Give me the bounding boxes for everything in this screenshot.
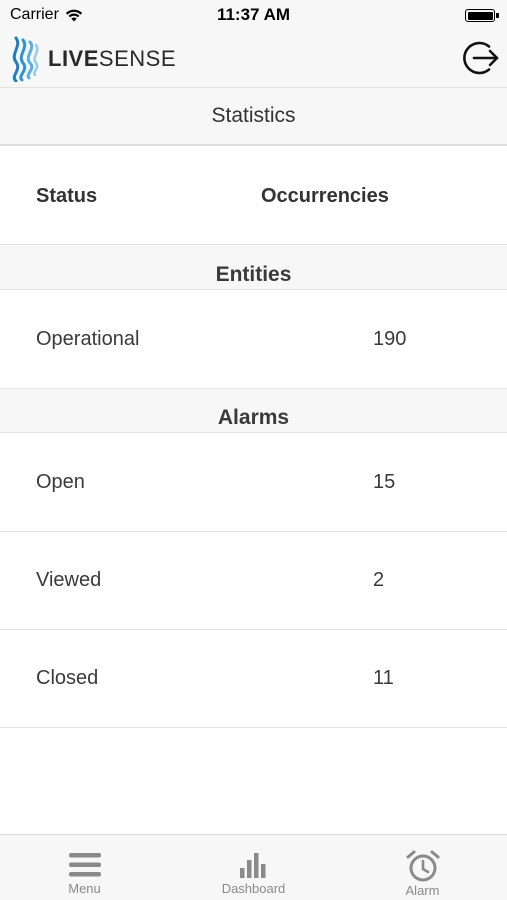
table-row-open[interactable]: Open 15 xyxy=(0,434,507,532)
table-row-operational[interactable]: Operational 190 xyxy=(0,291,507,389)
logout-icon xyxy=(463,41,499,75)
column-header-occurrencies: Occurrencies xyxy=(261,185,389,207)
battery-icon xyxy=(465,9,499,22)
row-value: 190 xyxy=(373,328,407,350)
row-value: 15 xyxy=(373,471,396,493)
tab-label: Menu xyxy=(68,881,101,896)
row-value: 2 xyxy=(373,569,385,591)
logo-wave-icon xyxy=(12,36,39,82)
section-title: Entities xyxy=(215,263,292,286)
tab-dashboard[interactable]: Dashboard xyxy=(169,835,338,900)
row-label: Operational xyxy=(36,328,140,350)
bar-chart-icon xyxy=(239,853,265,878)
tab-label: Dashboard xyxy=(221,881,286,896)
menu-icon xyxy=(68,853,101,877)
row-label: Closed xyxy=(36,667,99,689)
tab-bar: Menu Dashboard Alarm xyxy=(0,834,507,900)
table-header: Status Occurrencies xyxy=(0,148,507,245)
logo-text-sense: SENSE xyxy=(98,46,176,71)
row-label: Viewed xyxy=(36,569,102,591)
section-header-entities: Entities xyxy=(0,246,507,290)
clock: 11:37 AM xyxy=(216,5,291,24)
status-bar: Carrier 11:37 AM xyxy=(0,0,507,30)
row-label: Open xyxy=(36,471,85,493)
table-row-closed[interactable]: Closed 11 xyxy=(0,630,507,728)
row-value: 11 xyxy=(373,667,394,689)
section-header-alarms: Alarms xyxy=(0,389,507,433)
page-title-bar: Statistics xyxy=(0,88,507,146)
logo-wordmark: LIVESENSE xyxy=(48,46,176,72)
alarm-clock-icon xyxy=(406,850,439,882)
section-title: Alarms xyxy=(217,406,290,429)
logo-text-live: LIVE xyxy=(48,46,99,71)
page-title: Statistics xyxy=(211,104,296,127)
livesense-logo: LIVESENSE xyxy=(8,34,176,84)
tab-menu[interactable]: Menu xyxy=(0,835,169,900)
logout-button[interactable] xyxy=(459,37,501,79)
navigation-bar: LIVESENSE xyxy=(0,30,507,88)
tab-alarm[interactable]: Alarm xyxy=(338,835,507,900)
table-row-viewed[interactable]: Viewed 2 xyxy=(0,532,507,630)
tab-label: Alarm xyxy=(405,883,440,898)
column-header-status: Status xyxy=(36,185,98,207)
